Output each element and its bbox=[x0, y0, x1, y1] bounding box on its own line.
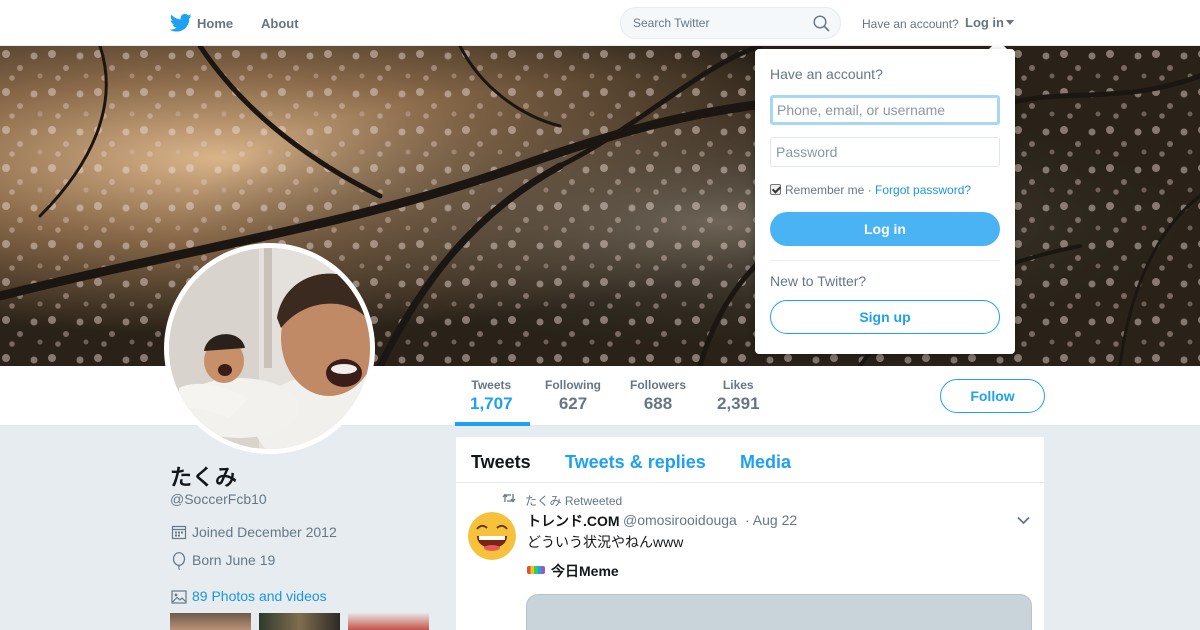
stat-label: Likes bbox=[722, 378, 754, 392]
nav-about-link[interactable]: About bbox=[261, 16, 299, 31]
remember-me-row: Remember me · Forgot password? bbox=[770, 183, 971, 197]
tab-tweets-replies[interactable]: Tweets & replies bbox=[565, 452, 706, 473]
calendar-icon bbox=[171, 525, 187, 540]
stat-label: Tweets bbox=[471, 378, 512, 392]
joined-date: Joined December 2012 bbox=[170, 524, 390, 542]
caret-down-icon[interactable] bbox=[1006, 20, 1014, 25]
photo-thumbnail[interactable] bbox=[170, 613, 251, 630]
rainbow-icon bbox=[527, 566, 545, 574]
stat-label: Following bbox=[545, 378, 601, 392]
login-dropdown-toggle[interactable]: Log in bbox=[965, 15, 1014, 30]
stat-value: 2,391 bbox=[717, 394, 760, 413]
tweet-date[interactable]: · Aug 22 bbox=[745, 512, 797, 528]
login-dropdown: Have an account? Remember me · Forgot pa… bbox=[755, 49, 1015, 354]
active-stat-underline bbox=[455, 422, 530, 426]
photos-link-label[interactable]: 89 Photos and videos bbox=[192, 588, 327, 604]
balloon-icon bbox=[172, 552, 186, 570]
search-box[interactable]: Search Twitter bbox=[620, 7, 841, 39]
remember-me-label[interactable]: Remember me bbox=[785, 183, 864, 197]
password-field[interactable] bbox=[770, 137, 1000, 167]
timeline: Tweets Tweets & replies Media たくみ Retwee… bbox=[456, 437, 1044, 630]
top-nav: Home About Search Twitter Have an accoun… bbox=[0, 0, 1200, 46]
tab-tweets[interactable]: Tweets bbox=[471, 452, 531, 473]
tweet-meme-line: 今日Meme bbox=[527, 561, 619, 581]
retweet-icon bbox=[502, 493, 516, 503]
stat-label: Followers bbox=[630, 378, 687, 392]
have-account-text: Have an account? bbox=[862, 17, 959, 31]
profile-handle[interactable]: @SoccerFcb10 bbox=[170, 491, 267, 507]
tab-media[interactable]: Media bbox=[740, 452, 791, 473]
login-button[interactable]: Log in bbox=[770, 212, 1000, 246]
stat-tweets[interactable]: Tweets 1,707 bbox=[470, 378, 513, 414]
stat-value: 688 bbox=[643, 394, 673, 413]
tweet-author-avatar[interactable] bbox=[468, 512, 516, 560]
signup-button[interactable]: Sign up bbox=[770, 300, 1000, 334]
dropdown-heading: Have an account? bbox=[770, 66, 883, 82]
stat-following[interactable]: Following 627 bbox=[545, 378, 601, 414]
twitter-bird-icon[interactable] bbox=[170, 13, 192, 33]
photo-thumbnail[interactable] bbox=[259, 613, 340, 630]
divider bbox=[770, 260, 1000, 261]
tweet-text: どういう状況やねんwww bbox=[527, 534, 684, 550]
joined-text: Joined December 2012 bbox=[192, 524, 337, 540]
photo-icon bbox=[171, 590, 187, 604]
profile-name[interactable]: たくみ bbox=[170, 460, 237, 492]
birthday: Born June 19 bbox=[170, 552, 390, 570]
meme-label: 今日Meme bbox=[551, 563, 619, 579]
forgot-password-link[interactable]: Forgot password? bbox=[875, 183, 971, 197]
login-link-label[interactable]: Log in bbox=[965, 15, 1004, 30]
separator: · bbox=[864, 183, 876, 197]
username-field[interactable] bbox=[770, 95, 1000, 125]
stat-followers[interactable]: Followers 688 bbox=[630, 378, 686, 414]
nav-home-link[interactable]: Home bbox=[197, 16, 233, 31]
photo-thumbnail[interactable] bbox=[348, 613, 429, 630]
stat-likes[interactable]: Likes 2,391 bbox=[717, 378, 760, 414]
new-to-twitter-text: New to Twitter? bbox=[770, 273, 867, 289]
avatar-image bbox=[169, 248, 370, 449]
stat-value: 627 bbox=[558, 394, 588, 413]
born-text: Born June 19 bbox=[192, 552, 276, 568]
tweet-author-name[interactable]: トレンド.COM bbox=[527, 511, 620, 531]
stat-value: 1,707 bbox=[470, 394, 513, 413]
search-input[interactable]: Search Twitter bbox=[633, 16, 709, 30]
remember-me-checkbox[interactable] bbox=[770, 184, 781, 195]
chevron-down-icon[interactable] bbox=[1017, 516, 1030, 525]
follow-button[interactable]: Follow bbox=[940, 379, 1045, 413]
avatar[interactable] bbox=[164, 243, 375, 454]
retweet-context[interactable]: たくみ Retweeted bbox=[525, 492, 622, 509]
tweet-author-handle[interactable]: @omosirooidouga bbox=[623, 512, 737, 528]
search-icon[interactable] bbox=[813, 15, 830, 32]
timeline-tabs: Tweets Tweets & replies Media bbox=[456, 437, 1044, 483]
tweet-media[interactable] bbox=[526, 594, 1032, 630]
